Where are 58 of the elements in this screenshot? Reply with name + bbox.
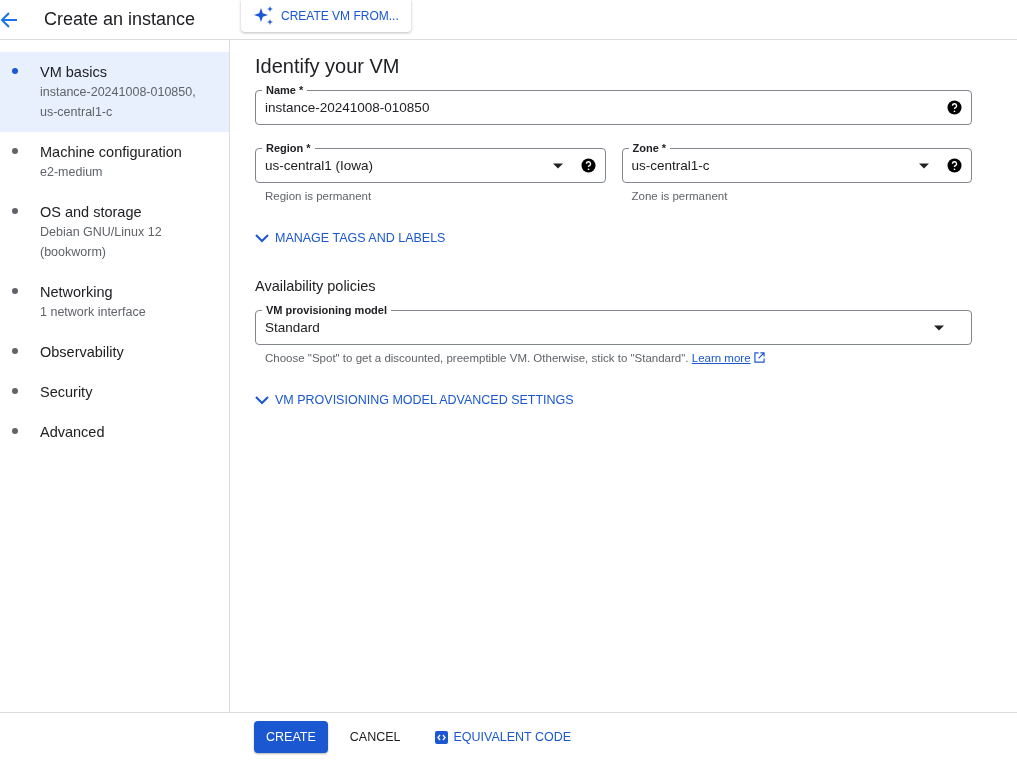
helper-text: Choose "Spot" to get a discounted, preemptible VM. Otherwise, stick to "Standard". Learn more: [255, 345, 972, 365]
step-summary: e2-medium: [40, 164, 104, 181]
equivalent-code-button[interactable]: EQUIVALENT CODE: [422, 721, 584, 753]
step-title: Security: [40, 383, 93, 402]
manage-tags-expander[interactable]: MANAGE TAGS AND LABELS: [255, 231, 446, 245]
sidebar-item[interactable]: Observability: [0, 332, 229, 372]
cancel-button[interactable]: CANCEL: [337, 721, 413, 753]
step-title: Machine configuration: [40, 143, 183, 162]
step-dot-icon: [12, 388, 18, 394]
field-label: Name *: [262, 83, 308, 97]
step-title: Observability: [40, 343, 124, 362]
caret-icon[interactable]: [934, 324, 944, 331]
create-button[interactable]: CREATE: [254, 721, 328, 753]
helper-text: Zone is permanent: [630, 189, 729, 203]
back-arrow-icon[interactable]: [0, 10, 18, 29]
step-dot-icon: [12, 428, 18, 434]
caret-icon[interactable]: [552, 162, 563, 169]
code-icon: [434, 730, 448, 744]
step-summary: instance-20241008-010850, us-central1-c: [40, 84, 197, 121]
page-title: Create an instance: [44, 9, 197, 30]
help-icon[interactable]: [947, 100, 962, 115]
caret-icon[interactable]: [919, 162, 929, 169]
step-title: OS and storage: [40, 203, 143, 222]
chevron-down-icon: [255, 233, 269, 243]
create-vm-from-button[interactable]: CREATE VM FROM...: [241, 0, 411, 32]
field-label: Region *: [262, 141, 315, 155]
field-label: Zone *: [628, 141, 671, 155]
sidebar-item[interactable]: Security: [0, 372, 229, 412]
step-title: VM basics: [40, 63, 108, 82]
chevron-down-icon: [255, 395, 269, 405]
step-dot-icon: [12, 68, 18, 74]
field-value: Standard: [265, 320, 321, 335]
field-value: us-central1-c: [631, 158, 711, 173]
sparkle-icon: [253, 5, 275, 27]
field-label: VM provisioning model: [262, 303, 391, 317]
external-link-icon: [753, 352, 765, 363]
section-heading: Availability policies: [255, 278, 377, 294]
step-dot-icon: [12, 148, 18, 154]
sidebar-item[interactable]: OS and storage Debian GNU/Linux 12 (bookworm): [0, 192, 229, 272]
help-icon[interactable]: [947, 158, 962, 173]
step-summary: 1 network interface: [40, 304, 147, 321]
sidebar-item[interactable]: VM basics instance-20241008-010850, us-central1-c: [0, 52, 229, 132]
help-icon[interactable]: [580, 158, 596, 173]
step-dot-icon: [12, 288, 18, 294]
step-title: Networking: [40, 283, 114, 302]
step-title: Advanced: [40, 423, 105, 442]
field-value: us-central1 (Iowa): [265, 158, 375, 173]
field-value: instance-20241008-010850: [265, 100, 431, 115]
step-dot-icon: [12, 348, 18, 354]
step-dot-icon: [12, 208, 18, 214]
sidebar-item[interactable]: Advanced: [0, 412, 229, 452]
step-summary: Debian GNU/Linux 12 (bookworm): [40, 224, 163, 261]
helper-text: Region is permanent: [264, 189, 373, 203]
sidebar-item[interactable]: Networking 1 network interface: [0, 272, 229, 332]
sidebar-item[interactable]: Machine configuration e2-medium: [0, 132, 229, 192]
section-title: Identify your VM: [255, 54, 401, 78]
learn-more-link[interactable]: Learn more: [691, 352, 765, 364]
advanced-settings-expander[interactable]: VM PROVISIONING MODEL ADVANCED SETTINGS: [255, 393, 574, 407]
